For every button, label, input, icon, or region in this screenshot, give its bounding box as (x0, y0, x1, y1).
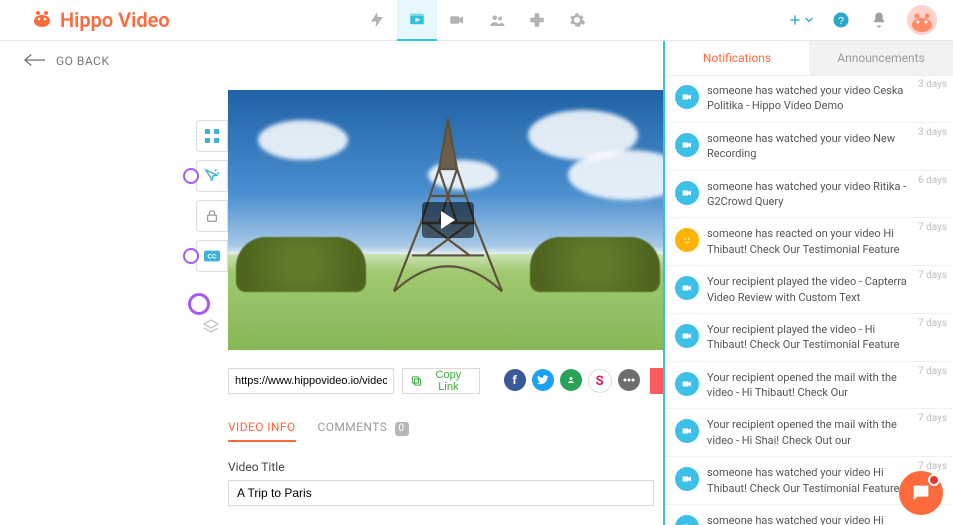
notifications-panel: Notifications Announcements someone has … (663, 41, 953, 525)
notification-text: Your recipient opened the mail with the … (707, 417, 909, 448)
info-tabs: VIDEO INFO COMMENTS 0 (228, 420, 668, 442)
trees-icon (236, 237, 366, 292)
tool-cc[interactable]: CC (196, 240, 228, 272)
notification-item[interactable]: someone has watched your video New Recor… (665, 123, 953, 171)
tool-rail: CC (196, 120, 228, 272)
notification-item[interactable]: someone has watched your video Ritika - … (665, 171, 953, 219)
tab-comments[interactable]: COMMENTS 0 (318, 420, 409, 442)
notification-item[interactable]: Your recipient played the video - Hi Thi… (665, 314, 953, 362)
video-icon (675, 181, 699, 205)
video-icon (675, 324, 699, 348)
notification-time: 7 days (918, 270, 947, 281)
video-icon (675, 467, 699, 491)
video-stage[interactable] (228, 90, 668, 350)
share-more[interactable] (618, 369, 640, 391)
video-url-input[interactable] (228, 368, 394, 394)
notif-list[interactable]: someone has watched your video Ceska Pol… (665, 75, 953, 525)
notification-time: 6 days (918, 175, 947, 186)
notification-item[interactable]: Your recipient opened the mail with the … (665, 409, 953, 457)
video-icon (675, 133, 699, 157)
copy-link-label: Copy Link (426, 369, 471, 393)
notification-item[interactable]: Your recipient opened the mail with the … (665, 362, 953, 410)
tool-lock[interactable] (196, 200, 228, 232)
cloud-icon (258, 120, 348, 160)
share-facebook[interactable]: f (504, 369, 526, 391)
help-icon[interactable]: ? (831, 10, 851, 30)
chat-fab[interactable] (899, 471, 943, 515)
tab-video-info[interactable]: VIDEO INFO (228, 420, 296, 442)
svg-text:CC: CC (208, 254, 217, 261)
logo-text: Hippo Video (60, 8, 170, 32)
share-icons: f S (504, 369, 640, 393)
video-icon (675, 85, 699, 109)
marker-dot-icon (183, 168, 199, 184)
right-nav: ? (787, 5, 937, 35)
top-nav (357, 0, 597, 40)
nav-contacts[interactable] (477, 0, 517, 40)
notification-time: 7 days (918, 222, 947, 233)
notification-text: someone has watched your video Ceska Pol… (707, 83, 909, 114)
notification-text: someone has watched your video Hi Shai! … (707, 513, 909, 525)
new-menu[interactable] (787, 12, 813, 28)
notification-time: 7 days (918, 413, 947, 424)
share-row: Copy Link f S (228, 368, 668, 394)
play-button[interactable] (422, 202, 474, 238)
notification-item[interactable]: someone has watched your video Ceska Pol… (665, 75, 953, 123)
reaction-icon (675, 228, 699, 252)
tool-grid[interactable] (196, 120, 228, 152)
notification-text: Your recipient played the video - Hi Thi… (707, 322, 909, 353)
top-bar: Hippo Video ? (0, 0, 953, 41)
tab-announcements[interactable]: Announcements (809, 41, 953, 75)
notification-text: someone has reacted on your video Hi Thi… (707, 226, 909, 257)
back-arrow-icon (24, 52, 46, 71)
trees-icon (530, 237, 660, 292)
notif-tabs: Notifications Announcements (665, 41, 953, 76)
hippo-icon (30, 7, 54, 34)
bell-icon[interactable] (869, 10, 889, 30)
avatar[interactable] (907, 5, 937, 35)
share-slack[interactable]: S (588, 369, 612, 393)
comments-count-badge: 0 (395, 422, 409, 436)
nav-videos[interactable] (397, 0, 437, 41)
notification-time: 3 days (918, 79, 947, 90)
video-icon (675, 372, 699, 396)
nav-settings[interactable] (557, 0, 597, 40)
tool-layers[interactable] (196, 312, 226, 342)
share-classroom[interactable] (560, 369, 582, 391)
video-icon (675, 419, 699, 443)
video-stage-wrap: Copy Link f S VIDEO INFO COMMENT (228, 90, 668, 506)
logo[interactable]: Hippo Video (30, 7, 170, 34)
notification-text: Your recipient opened the mail with the … (707, 370, 909, 401)
notification-text: someone has watched your video Hi Thibau… (707, 465, 909, 496)
svg-text:?: ? (838, 15, 844, 27)
notification-text: Your recipient played the video - Capter… (707, 274, 909, 305)
share-twitter[interactable] (532, 369, 554, 391)
video-icon (675, 276, 699, 300)
nav-quickstart[interactable] (357, 0, 397, 40)
notification-time: 3 days (918, 127, 947, 138)
notification-item[interactable]: Your recipient played the video - Capter… (665, 266, 953, 314)
marker-dot-icon (183, 248, 199, 264)
nav-record[interactable] (437, 0, 477, 40)
notification-text: someone has watched your video Ritika - … (707, 179, 909, 210)
notification-time: 7 days (918, 318, 947, 329)
tab-notifications[interactable]: Notifications (665, 41, 809, 75)
goback-label: GO BACK (56, 54, 110, 68)
notification-text: someone has watched your video New Recor… (707, 131, 909, 162)
nav-integrations[interactable] (517, 0, 557, 40)
notification-item[interactable]: someone has reacted on your video Hi Thi… (665, 218, 953, 266)
notification-time: 7 days (918, 366, 947, 377)
tool-interact[interactable] (196, 160, 228, 192)
video-title-label: Video Title (228, 460, 668, 474)
video-icon (675, 515, 699, 525)
copy-link-button[interactable]: Copy Link (402, 368, 480, 394)
tab-comments-label: COMMENTS (318, 420, 388, 434)
video-title-input[interactable] (228, 480, 654, 506)
